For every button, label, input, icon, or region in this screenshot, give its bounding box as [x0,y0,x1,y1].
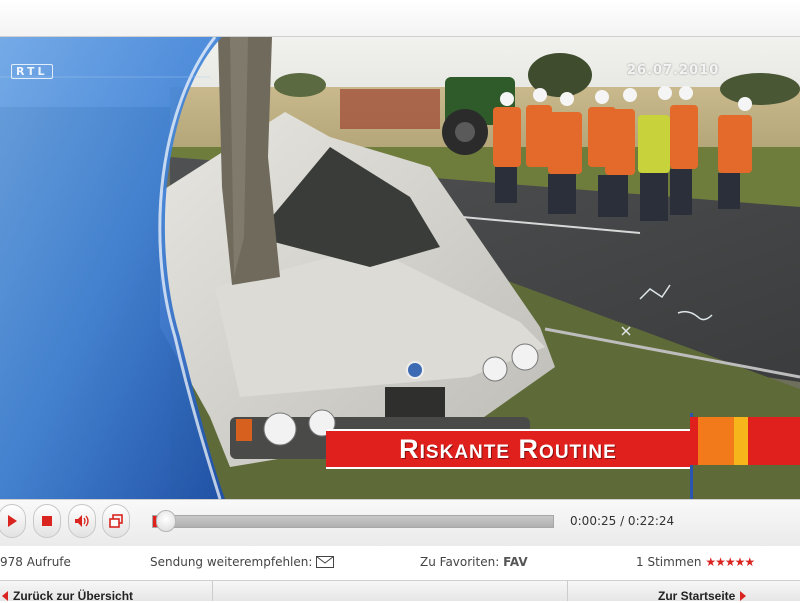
home-link[interactable]: Zur Startseite [658,589,747,603]
rating-stars[interactable]: ★★★★★ [705,555,755,569]
channel-logo: RTL [11,64,53,79]
seek-bar[interactable] [152,510,554,532]
play-button[interactable] [0,504,26,538]
nav-divider [212,581,213,601]
title-overlay-accent [690,417,800,465]
play-icon [8,515,17,527]
accent-bar [698,417,734,465]
top-bar [0,0,800,37]
title-overlay-text: Riskante Routine [399,433,617,464]
player-controls: 0:00:25 / 0:22:24 [0,499,800,547]
favorites-label: Zu Favoriten: [420,555,500,569]
speaker-icon [75,515,89,527]
votes-count: 1 Stimmen [636,555,702,569]
accent-bar [690,417,698,465]
rating: 1 Stimmen ★★★★★ [636,555,755,569]
video-player-stage[interactable]: RTL 26.07.2010 Riskante Routine [0,37,800,499]
mute-button[interactable] [68,504,96,538]
info-bar: 978 Aufrufe Sendung weiterempfehlen: Zu … [0,546,800,580]
accent-bar [748,417,800,465]
envelope-icon [316,556,335,568]
seek-handle[interactable] [156,510,177,532]
accent-bar [734,417,748,465]
stop-icon [42,516,52,526]
popout-button[interactable] [102,504,130,538]
back-to-overview-label: Zurück zur Übersicht [13,589,134,603]
time-display: 0:00:25 / 0:22:24 [570,514,675,528]
stop-button[interactable] [33,504,61,538]
home-label: Zur Startseite [658,589,736,603]
favorites-button[interactable]: FAV [503,555,528,569]
popout-icon [109,514,123,528]
back-to-overview-link[interactable]: Zurück zur Übersicht [2,589,133,603]
recommend-link[interactable]: Sendung weiterempfehlen: [150,555,335,569]
nav-divider [567,581,568,601]
view-count: 978 Aufrufe [0,555,71,569]
title-overlay: Riskante Routine [326,429,690,469]
bottom-navigation: Zurück zur Übersicht Zur Startseite [0,580,800,603]
date-overlay: 26.07.2010 [627,63,720,78]
recommend-label: Sendung weiterempfehlen: [150,555,313,569]
favorites-link[interactable]: Zu Favoriten: FAV [420,555,528,569]
